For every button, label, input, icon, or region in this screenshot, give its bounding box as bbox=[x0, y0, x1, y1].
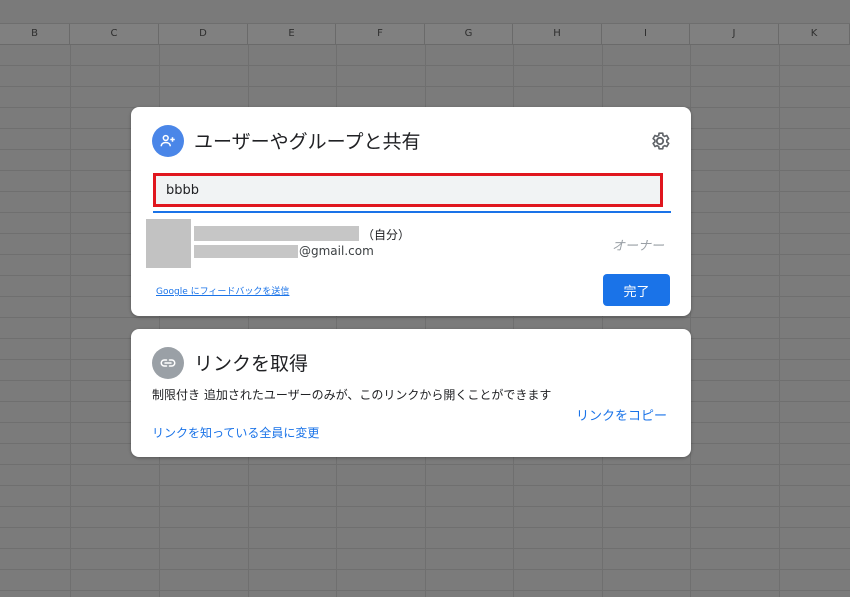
done-button[interactable]: 完了 bbox=[603, 274, 670, 306]
add-people-input-wrapper bbox=[153, 173, 663, 207]
column-header-i[interactable]: I bbox=[602, 24, 690, 44]
column-header-d[interactable]: D bbox=[159, 24, 248, 44]
add-people-input[interactable] bbox=[156, 176, 660, 204]
get-link-title: リンクを取得 bbox=[194, 353, 309, 375]
link-access-description: 制限付き 追加されたユーザーのみが、このリンクから開くことができます bbox=[152, 388, 552, 402]
redacted-name bbox=[194, 226, 359, 241]
column-header-j[interactable]: J bbox=[690, 24, 779, 44]
column-header-row: B C D E F G H I J K bbox=[0, 24, 850, 45]
column-header-g[interactable]: G bbox=[425, 24, 513, 44]
column-header-h[interactable]: H bbox=[513, 24, 602, 44]
email-suffix: @gmail.com bbox=[299, 244, 374, 258]
feedback-link[interactable]: Google にフィードバックを送信 bbox=[156, 284, 289, 297]
grid-line bbox=[779, 45, 780, 597]
gear-icon[interactable] bbox=[649, 130, 671, 152]
share-dialog: ユーザーやグループと共有 （自分） @gmail.com オーナー Google… bbox=[131, 107, 691, 316]
share-dialog-title: ユーザーやグループと共有 bbox=[194, 131, 421, 153]
copy-link-button[interactable]: リンクをコピー bbox=[576, 405, 667, 424]
self-label: （自分） bbox=[362, 228, 411, 242]
avatar bbox=[146, 219, 191, 268]
column-header-e[interactable]: E bbox=[248, 24, 336, 44]
redacted-email bbox=[194, 245, 298, 258]
link-icon-glyph bbox=[160, 359, 176, 367]
column-header-c[interactable]: C bbox=[70, 24, 159, 44]
change-link-access[interactable]: リンクを知っている全員に変更 bbox=[152, 424, 319, 441]
get-link-dialog: リンクを取得 制限付き 追加されたユーザーのみが、このリンクから開くことができま… bbox=[131, 329, 691, 457]
column-header-k[interactable]: K bbox=[779, 24, 850, 44]
owner-role-label: オーナー bbox=[611, 239, 664, 254]
input-focus-underline bbox=[153, 211, 671, 213]
add-person-icon bbox=[152, 125, 184, 157]
column-header-b[interactable]: B bbox=[0, 24, 70, 44]
grid-line bbox=[70, 45, 71, 597]
toolbar-area bbox=[0, 0, 850, 24]
column-header-f[interactable]: F bbox=[336, 24, 425, 44]
link-icon bbox=[152, 347, 184, 379]
add-person-icon-glyph bbox=[160, 134, 175, 147]
